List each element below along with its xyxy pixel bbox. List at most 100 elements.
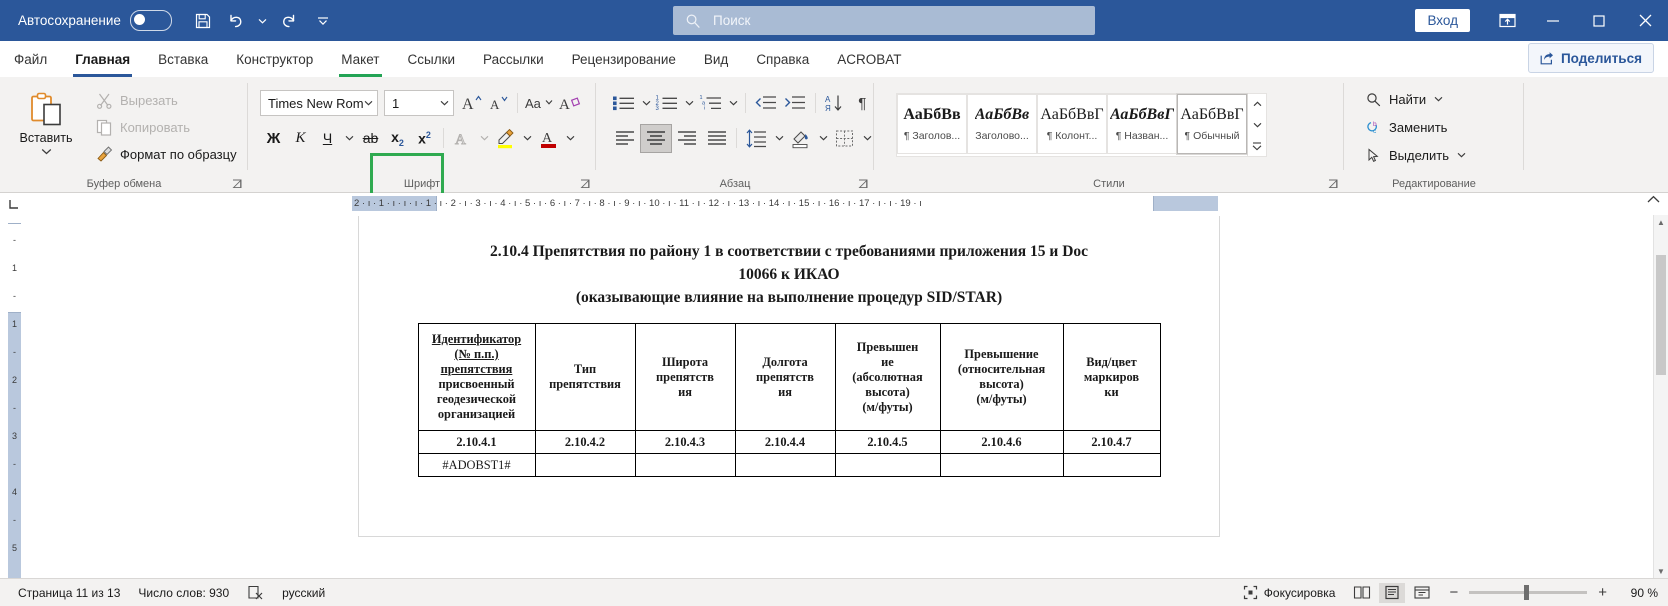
paste-button[interactable]: Вставить <box>0 83 92 168</box>
replace-button[interactable]: bc Заменить <box>1362 113 1524 141</box>
zoom-level-label[interactable]: 90 % <box>1618 586 1658 600</box>
table-header-cell[interactable]: Тип препятствия <box>535 324 635 431</box>
table-cell[interactable]: 2.10.4.5 <box>835 431 940 454</box>
web-layout-icon[interactable] <box>1409 583 1435 603</box>
table-cell[interactable]: #ADOBST1# <box>418 454 535 477</box>
zoom-slider[interactable] <box>1469 591 1587 594</box>
page-indicator[interactable]: Страница 11 из 13 <box>18 586 120 600</box>
horizontal-ruler[interactable]: 2 · ı · 1 · ı · ı · ı · 1 · ı · 2 · ı · … <box>352 196 1218 211</box>
minimize-button[interactable] <box>1530 0 1576 41</box>
styles-gallery[interactable]: АаБбВв ¶ Заголов... АаБбВв Заголово... А… <box>896 93 1248 157</box>
document-page[interactable]: 2.10.4 Препятствия по району 1 в соответ… <box>358 216 1220 537</box>
multilevel-list-button[interactable]: 1ai <box>697 90 727 117</box>
shrink-font-button[interactable]: A <box>485 90 512 117</box>
justify-button[interactable] <box>702 125 732 152</box>
tab-design[interactable]: Конструктор <box>222 43 327 77</box>
find-button[interactable]: Найти <box>1362 85 1524 113</box>
table-cell[interactable]: 2.10.4.6 <box>940 431 1063 454</box>
undo-dropdown-icon[interactable] <box>256 6 270 36</box>
style-item[interactable]: АаБбВвГ ¶ Назван... <box>1107 94 1177 154</box>
tab-mailings[interactable]: Рассылки <box>469 43 558 77</box>
table-header-cell[interactable]: Вид/цвет маркиров ки <box>1063 324 1160 431</box>
autosave-control[interactable]: Автосохранение <box>18 10 172 31</box>
borders-button[interactable] <box>830 125 860 152</box>
underline-dropdown-icon[interactable] <box>341 125 357 152</box>
line-spacing-dropdown-icon[interactable] <box>772 125 786 152</box>
zoom-in-button[interactable]: + <box>1598 584 1607 601</box>
table-header-cell[interactable]: Превышение (относительная высота) (м/фут… <box>940 324 1063 431</box>
table-header-cell[interactable]: Широта препятств ия <box>635 324 735 431</box>
font-size-dropdown-icon[interactable] <box>440 100 449 106</box>
text-effects-button[interactable]: A <box>449 125 476 152</box>
style-item[interactable]: АаБбВв Заголово... <box>967 94 1037 154</box>
customize-qat-icon[interactable] <box>308 6 338 36</box>
scroll-up-icon[interactable]: ▲ <box>1654 215 1668 229</box>
increase-indent-button[interactable] <box>781 90 811 117</box>
sign-in-button[interactable]: Вход <box>1415 9 1470 32</box>
highlight-dropdown-icon[interactable] <box>519 125 535 152</box>
table-header-cell[interactable]: Идентификатор (№ п.п.) препятствия присв… <box>418 324 535 431</box>
styles-scroll-up-icon[interactable] <box>1248 94 1266 113</box>
font-name-combo[interactable]: Times New Rom <box>260 90 378 116</box>
style-item[interactable]: АаБбВв ¶ Заголов... <box>897 94 967 154</box>
paragraph-dialog-launcher[interactable] <box>858 179 869 190</box>
tab-home[interactable]: Главная <box>61 43 144 77</box>
subscript-button[interactable]: x2 <box>384 125 411 152</box>
vertical-scrollbar[interactable]: ▲ ▼ <box>1653 215 1668 578</box>
tab-insert[interactable]: Вставка <box>144 43 222 77</box>
undo-icon[interactable] <box>222 6 252 36</box>
table-cell[interactable] <box>1063 454 1160 477</box>
clear-formatting-button[interactable]: A <box>557 90 584 117</box>
save-icon[interactable] <box>188 6 218 36</box>
styles-dialog-launcher[interactable] <box>1328 179 1339 190</box>
tab-acrobat[interactable]: ACROBAT <box>823 43 915 77</box>
paste-dropdown-icon[interactable] <box>41 148 52 155</box>
bullets-dropdown-icon[interactable] <box>640 90 654 117</box>
word-count[interactable]: Число слов: 930 <box>138 586 229 600</box>
strikethrough-button[interactable]: ab <box>357 125 384 152</box>
decrease-indent-button[interactable] <box>751 90 781 117</box>
format-painter-button[interactable]: Формат по образцу <box>92 141 237 168</box>
tab-help[interactable]: Справка <box>742 43 823 77</box>
zoom-out-button[interactable]: − <box>1449 584 1458 601</box>
bold-button[interactable]: Ж <box>260 125 287 152</box>
underline-button[interactable]: Ч <box>314 125 341 152</box>
numbering-button[interactable]: 123 <box>653 90 683 117</box>
superscript-button[interactable]: x2 <box>411 125 438 152</box>
text-effects-dropdown-icon[interactable] <box>476 125 492 152</box>
ribbon-display-options-icon[interactable] <box>1484 0 1530 41</box>
numbering-dropdown-icon[interactable] <box>683 90 697 117</box>
select-dropdown-icon[interactable] <box>1457 152 1466 158</box>
align-left-button[interactable] <box>610 125 640 152</box>
styles-gallery-scroller[interactable] <box>1248 93 1267 157</box>
select-button[interactable]: Выделить <box>1362 141 1524 169</box>
zoom-slider-handle[interactable] <box>1524 585 1529 600</box>
sort-button[interactable]: AЯ <box>821 90 851 117</box>
table-header-cell[interactable]: Долгота препятств ия <box>735 324 835 431</box>
line-spacing-button[interactable] <box>742 125 772 152</box>
autosave-toggle[interactable] <box>130 10 172 31</box>
table-cell[interactable] <box>735 454 835 477</box>
font-color-dropdown-icon[interactable] <box>562 125 578 152</box>
document-canvas[interactable]: 2.10.4 Препятствия по району 1 в соответ… <box>28 215 1668 578</box>
table-cell[interactable] <box>940 454 1063 477</box>
align-center-button[interactable] <box>640 124 672 153</box>
tab-view[interactable]: Вид <box>690 43 742 77</box>
share-button[interactable]: Поделиться <box>1528 43 1654 73</box>
style-item[interactable]: АаБбВвГ ¶ Колонт... <box>1037 94 1107 154</box>
show-formatting-marks-button[interactable]: ¶ <box>851 90 874 117</box>
table-cell[interactable] <box>835 454 940 477</box>
maximize-button[interactable] <box>1576 0 1622 41</box>
proofing-status[interactable] <box>247 585 264 601</box>
close-button[interactable] <box>1622 0 1668 41</box>
align-right-button[interactable] <box>672 125 702 152</box>
scrollbar-thumb[interactable] <box>1656 255 1666 375</box>
vertical-ruler[interactable]: - 1 - 1 - 2 - 3 - 4 - 5 <box>0 215 28 578</box>
scroll-down-icon[interactable]: ▼ <box>1654 564 1668 578</box>
bullets-button[interactable] <box>610 90 640 117</box>
multilevel-dropdown-icon[interactable] <box>726 90 740 117</box>
search-box[interactable]: Поиск <box>673 6 1095 35</box>
italic-button[interactable]: К <box>287 125 314 152</box>
table-header-cell[interactable]: Превышен ие (абсолютная высота) (м/футы) <box>835 324 940 431</box>
collapse-ribbon-button[interactable] <box>1647 195 1660 204</box>
